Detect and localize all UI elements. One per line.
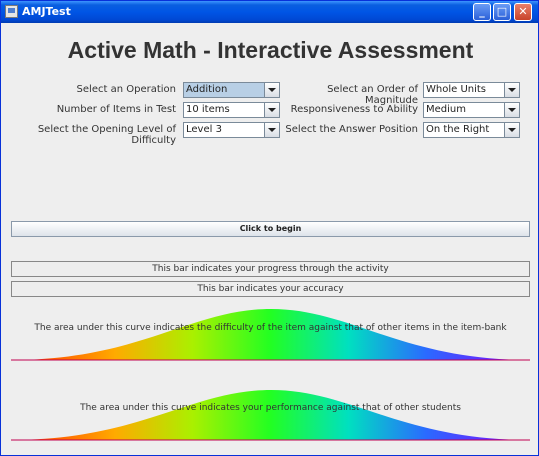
items-value: 10 items xyxy=(186,104,230,115)
items-label: Number of Items in Test xyxy=(56,104,176,115)
begin-button[interactable]: Click to begin xyxy=(11,221,530,237)
operation-value: Addition xyxy=(186,84,228,95)
chevron-down-icon[interactable] xyxy=(264,123,279,137)
accuracy-bar: This bar indicates your accuracy xyxy=(11,281,530,297)
responsiveness-value: Medium xyxy=(426,104,466,115)
app-window: AMJTest _ □ ✕ Active Math - Interactive … xyxy=(0,0,539,456)
window-title: AMJTest xyxy=(22,5,71,18)
close-button[interactable]: ✕ xyxy=(514,3,532,21)
title-bar[interactable]: AMJTest _ □ ✕ xyxy=(1,1,538,23)
answer-position-value: On the Right xyxy=(426,124,490,135)
operation-label: Select an Operation xyxy=(76,84,176,95)
chevron-down-icon[interactable] xyxy=(504,123,519,137)
performance-curve-area xyxy=(11,390,530,440)
progress-bar: This bar indicates your progress through… xyxy=(11,261,530,277)
chevron-down-icon[interactable] xyxy=(504,103,519,117)
chevron-down-icon[interactable] xyxy=(264,103,279,117)
chevron-down-icon[interactable] xyxy=(264,83,279,97)
chevron-down-icon[interactable] xyxy=(504,83,519,97)
performance-curve-caption: The area under this curve indicates your… xyxy=(80,403,461,413)
difficulty-label: Select the Opening Level of Difficulty xyxy=(37,124,176,146)
items-combo[interactable]: 10 items xyxy=(183,102,280,118)
maximize-button[interactable]: □ xyxy=(493,3,511,21)
difficulty-combo[interactable]: Level 3 xyxy=(183,122,280,138)
magnitude-combo[interactable]: Whole Units xyxy=(423,82,520,98)
operation-combo[interactable]: Addition xyxy=(183,82,280,98)
magnitude-value: Whole Units xyxy=(426,84,487,95)
difficulty-value: Level 3 xyxy=(186,124,222,135)
app-icon xyxy=(5,5,18,18)
difficulty-curve-caption: The area under this curve indicates the … xyxy=(34,323,507,333)
responsiveness-label: Responsiveness to Ability xyxy=(290,104,418,115)
magnitude-label: Select an Order of Magnitude xyxy=(327,84,418,106)
answer-position-combo[interactable]: On the Right xyxy=(423,122,520,138)
minimize-button[interactable]: _ xyxy=(473,3,491,21)
responsiveness-combo[interactable]: Medium xyxy=(423,102,520,118)
difficulty-curve-area xyxy=(11,309,530,360)
page-title: Active Math - Interactive Assessment xyxy=(67,37,474,63)
answer-position-label: Select the Answer Position xyxy=(285,124,418,135)
